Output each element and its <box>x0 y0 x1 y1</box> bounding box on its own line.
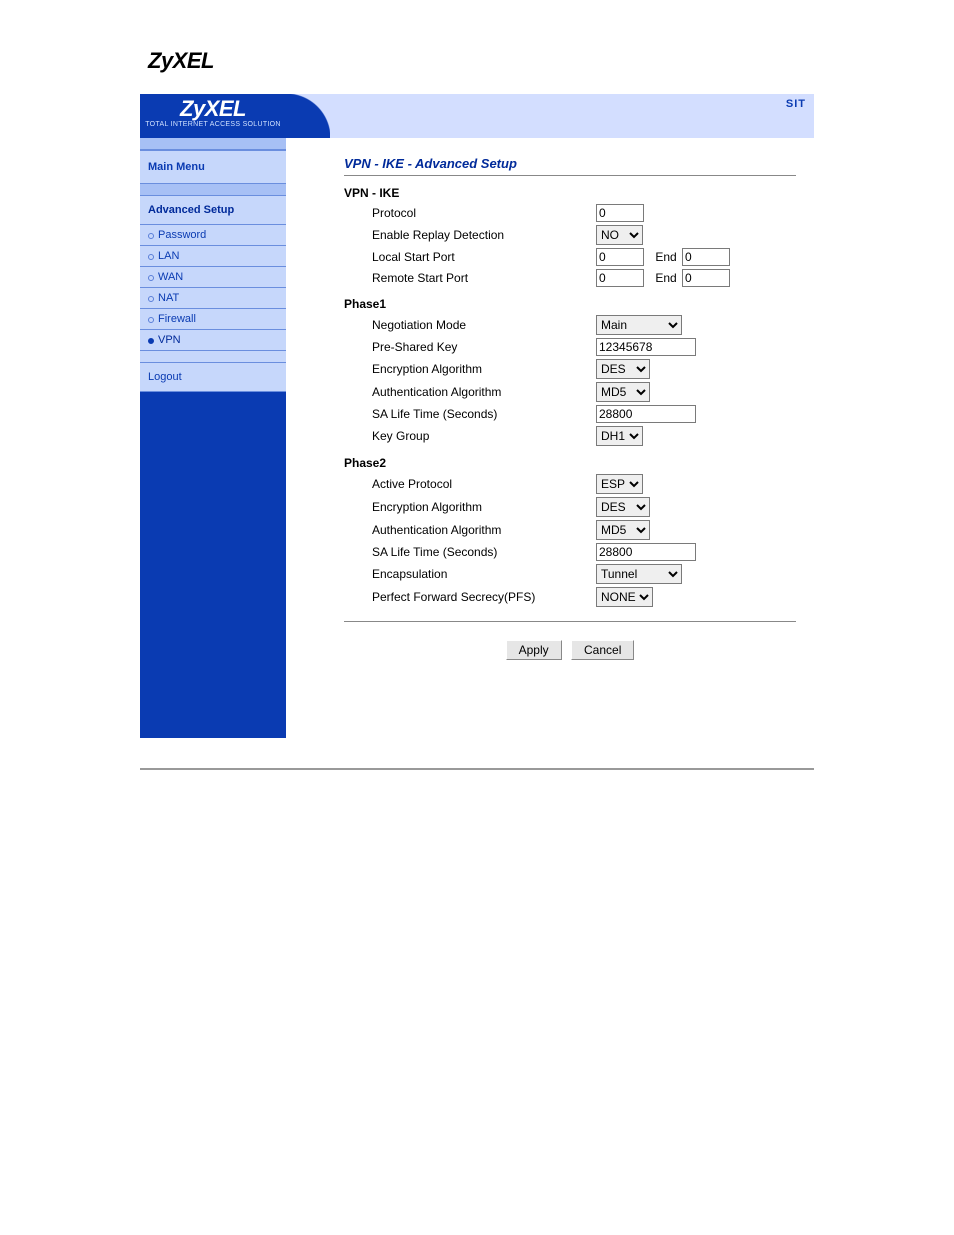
encap-label: Encapsulation <box>372 567 596 581</box>
replay-select[interactable]: NOYES <box>596 225 643 245</box>
p1-sa-input[interactable] <box>596 405 696 423</box>
ap-label: Active Protocol <box>372 477 596 491</box>
logo-text: ZyXEL <box>140 98 286 120</box>
brand-logo: ZyXEL <box>148 48 214 73</box>
neg-mode-select[interactable]: MainAggressive <box>596 315 682 335</box>
p1-sa-label: SA Life Time (Seconds) <box>372 407 596 421</box>
kg-label: Key Group <box>372 429 596 443</box>
sidebar-logout[interactable]: Logout <box>140 363 286 392</box>
protocol-label: Protocol <box>372 206 596 220</box>
remote-start-port-input[interactable] <box>596 269 644 287</box>
app-header: ZyXEL TOTAL INTERNET ACCESS SOLUTION SIT <box>140 94 814 138</box>
remote-end-port-input[interactable] <box>682 269 730 287</box>
encap-select[interactable]: TunnelTransport <box>596 564 682 584</box>
page-title: VPN - IKE - Advanced Setup <box>344 156 796 171</box>
local-start-port-input[interactable] <box>596 248 644 266</box>
cancel-button[interactable]: Cancel <box>571 640 634 660</box>
remote-end-label: End <box>655 271 676 285</box>
psk-input[interactable] <box>596 338 696 356</box>
pfs-label: Perfect Forward Secrecy(PFS) <box>372 590 596 604</box>
local-start-port-label: Local Start Port <box>372 250 596 264</box>
replay-label: Enable Replay Detection <box>372 228 596 242</box>
ap-select[interactable]: ESPAH <box>596 474 643 494</box>
neg-mode-label: Negotiation Mode <box>372 318 596 332</box>
local-end-label: End <box>655 250 676 264</box>
content-area: VPN - IKE - Advanced Setup VPN - IKE Pro… <box>286 138 814 738</box>
kg-select[interactable]: DH1DH2 <box>596 426 643 446</box>
section-phase2-heading: Phase2 <box>344 456 796 470</box>
logo-cell: ZyXEL TOTAL INTERNET ACCESS SOLUTION <box>140 94 286 138</box>
p2-enc-select[interactable]: DES3DESNULL <box>596 497 650 517</box>
local-end-port-input[interactable] <box>682 248 730 266</box>
p1-auth-label: Authentication Algorithm <box>372 385 596 399</box>
sidebar-section-heading: Advanced Setup <box>140 196 286 225</box>
p2-auth-label: Authentication Algorithm <box>372 523 596 537</box>
apply-button[interactable]: Apply <box>506 640 562 660</box>
protocol-input[interactable] <box>596 204 644 222</box>
sidebar: Main Menu Advanced Setup Password LAN WA… <box>140 138 286 738</box>
remote-start-port-label: Remote Start Port <box>372 271 596 285</box>
logo-tagline: TOTAL INTERNET ACCESS SOLUTION <box>140 121 286 128</box>
p1-enc-label: Encryption Algorithm <box>372 362 596 376</box>
p1-auth-select[interactable]: MD5SHA1 <box>596 382 650 402</box>
sidebar-main-menu[interactable]: Main Menu <box>140 150 286 184</box>
header-badge: SIT <box>786 98 806 110</box>
section-vpn-ike-heading: VPN - IKE <box>344 186 796 200</box>
psk-label: Pre-Shared Key <box>372 340 596 354</box>
sidebar-item-nat[interactable]: NAT <box>140 288 286 309</box>
sidebar-item-vpn[interactable]: VPN <box>140 330 286 351</box>
p2-auth-select[interactable]: MD5SHA1 <box>596 520 650 540</box>
p1-enc-select[interactable]: DES3DES <box>596 359 650 379</box>
pfs-select[interactable]: NONEDH1DH2 <box>596 587 653 607</box>
sidebar-item-firewall[interactable]: Firewall <box>140 309 286 330</box>
sidebar-item-lan[interactable]: LAN <box>140 246 286 267</box>
p2-sa-input[interactable] <box>596 543 696 561</box>
p2-sa-label: SA Life Time (Seconds) <box>372 545 596 559</box>
sidebar-item-wan[interactable]: WAN <box>140 267 286 288</box>
p2-enc-label: Encryption Algorithm <box>372 500 596 514</box>
sidebar-item-password[interactable]: Password <box>140 225 286 246</box>
section-phase1-heading: Phase1 <box>344 297 796 311</box>
